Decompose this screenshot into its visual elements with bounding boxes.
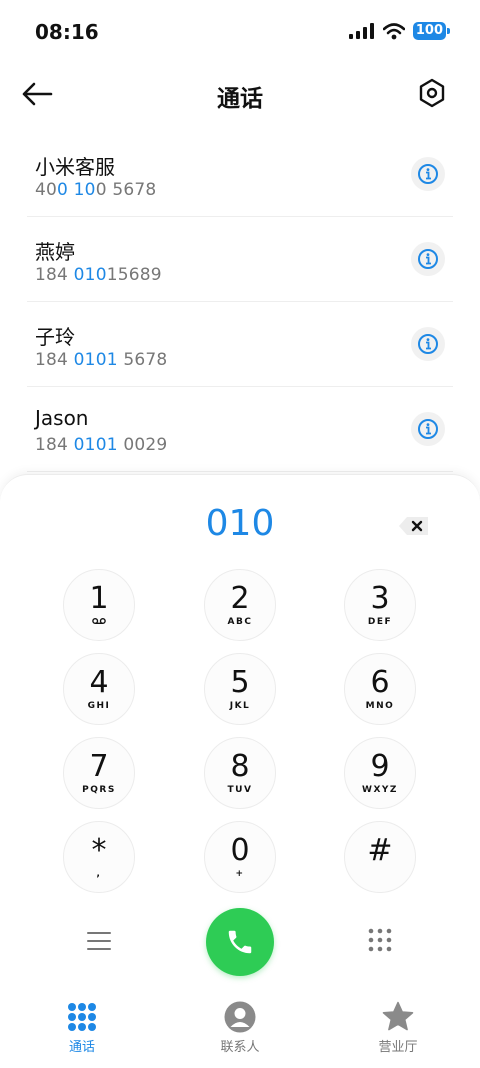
key-digit: 7 [89, 748, 109, 784]
contact-info-button[interactable] [411, 242, 445, 276]
key-digit: 6 [370, 664, 390, 700]
contact-name: 燕婷 [35, 240, 75, 264]
backspace-button[interactable] [398, 515, 430, 537]
key-digit: * [91, 832, 107, 868]
key-letters: + [235, 868, 245, 879]
voicemail-icon [92, 617, 106, 627]
contact-info-button[interactable] [411, 157, 445, 191]
arrow-left-icon [22, 82, 53, 106]
dial-key-0[interactable]: 0 + [204, 821, 276, 893]
key-digit: # [367, 832, 393, 868]
key-letters: ABC [227, 616, 253, 627]
page-title: 通话 [217, 86, 263, 112]
status-bar: 08:16 100 [0, 0, 480, 64]
contact-name: 子玲 [35, 325, 75, 349]
key-letters: TUV [227, 784, 253, 795]
contact-number: 184 0101 0029 [35, 435, 168, 455]
wifi-icon [382, 22, 405, 39]
signal-icon [348, 23, 374, 39]
key-letters: PQRS [82, 784, 116, 795]
tab-contacts[interactable]: 联系人 [190, 1000, 290, 1055]
menu-button[interactable] [86, 930, 112, 952]
tab-calls[interactable]: 通话 [32, 1000, 132, 1055]
dialpad-panel: 010 1 2 ABC 3 DEF 4 GHI 5 JKL 6 MNO 7 PQ… [0, 474, 480, 1068]
key-digit: 5 [230, 664, 250, 700]
dial-key-8[interactable]: 8 TUV [204, 737, 276, 809]
back-button[interactable] [20, 78, 54, 110]
keypad-toggle-button[interactable] [367, 927, 393, 953]
dial-key-5[interactable]: 5 JKL [204, 653, 276, 725]
key-digit: 4 [89, 664, 109, 700]
tab-service-hall[interactable]: 营业厅 [348, 1000, 448, 1055]
call-button[interactable] [206, 908, 274, 976]
header: 通话 [0, 64, 480, 124]
contact-list: 小米客服 400 100 5678 燕婷 184 01015689 子玲 184… [0, 132, 480, 472]
contact-info-button[interactable] [411, 412, 445, 446]
key-digit: 0 [230, 832, 250, 868]
dial-key-2[interactable]: 2 ABC [204, 569, 276, 641]
tab-label: 营业厅 [378, 1040, 418, 1055]
contact-row[interactable]: 燕婷 184 01015689 [27, 217, 453, 302]
settings-button[interactable] [418, 78, 446, 108]
backspace-icon [399, 517, 428, 535]
contact-info-button[interactable] [411, 327, 445, 361]
tab-label: 通话 [68, 1040, 95, 1055]
person-icon [224, 1001, 256, 1033]
key-digit: 1 [89, 580, 109, 616]
contact-row[interactable]: 子玲 184 0101 5678 [27, 302, 453, 387]
contact-row[interactable]: 小米客服 400 100 5678 [27, 132, 453, 217]
dial-key-1[interactable]: 1 [63, 569, 135, 641]
dial-key-9[interactable]: 9 WXYZ [344, 737, 416, 809]
info-icon [418, 164, 438, 184]
status-time: 08:16 [35, 20, 99, 44]
dial-key-6[interactable]: 6 MNO [344, 653, 416, 725]
settings-hexagon-icon [419, 78, 445, 108]
dial-key-star[interactable]: * , [63, 821, 135, 893]
star-icon [382, 1001, 414, 1031]
dial-key-3[interactable]: 3 DEF [344, 569, 416, 641]
dial-key-7[interactable]: 7 PQRS [63, 737, 135, 809]
contact-number: 184 01015689 [35, 265, 162, 285]
key-letters: GHI [87, 700, 111, 711]
contact-number: 400 100 5678 [35, 180, 157, 200]
info-icon [418, 249, 438, 269]
phone-icon [228, 930, 252, 954]
dialpad-grid-icon [68, 1003, 96, 1031]
info-icon [418, 334, 438, 354]
key-letters: MNO [365, 700, 395, 711]
dial-key-hash[interactable]: # [344, 821, 416, 893]
key-letters: DEF [367, 616, 393, 627]
key-digit: 8 [230, 748, 250, 784]
status-icons: 100 [348, 22, 451, 40]
dial-key-4[interactable]: 4 GHI [63, 653, 135, 725]
contact-row[interactable]: Jason 184 0101 0029 [27, 387, 453, 472]
key-digit: 9 [370, 748, 390, 784]
keypad-icon [368, 928, 392, 952]
contact-name: 小米客服 [35, 155, 115, 179]
tab-label: 联系人 [220, 1040, 260, 1055]
menu-icon [87, 932, 111, 950]
info-icon [418, 419, 438, 439]
key-digit: 3 [370, 580, 390, 616]
contact-name: Jason [35, 406, 89, 430]
key-letters: , [96, 868, 102, 879]
key-digit: 2 [230, 580, 250, 616]
key-letters: JKL [229, 700, 251, 711]
battery-indicator: 100 [412, 22, 451, 40]
key-letters: WXYZ [362, 784, 398, 795]
contact-number: 184 0101 5678 [35, 350, 168, 370]
